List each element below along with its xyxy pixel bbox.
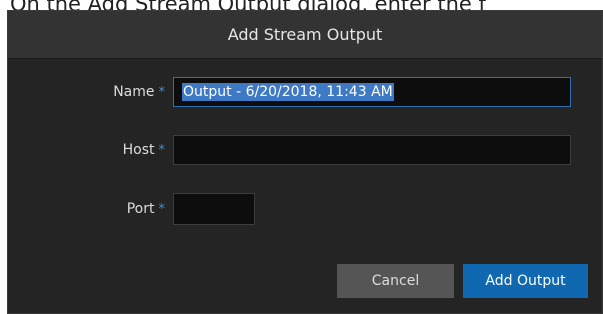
- add-stream-output-dialog: Add Stream Output Name * Output - 6/20/20…: [7, 10, 603, 314]
- name-label-text: Name: [113, 84, 155, 100]
- name-input-value: Output - 6/20/2018, 11:43 AM: [182, 83, 394, 101]
- add-output-button[interactable]: Add Output: [463, 264, 588, 298]
- port-label: Port *: [8, 201, 173, 217]
- port-required-marker: *: [158, 202, 166, 217]
- host-row: Host *: [8, 135, 571, 165]
- name-label: Name *: [8, 84, 173, 100]
- host-input[interactable]: [173, 135, 571, 165]
- cancel-button[interactable]: Cancel: [337, 264, 454, 298]
- name-required-marker: *: [158, 85, 166, 100]
- port-row: Port *: [8, 193, 255, 225]
- host-label-text: Host: [122, 142, 155, 158]
- host-required-marker: *: [158, 143, 166, 158]
- name-row: Name * Output - 6/20/2018, 11:43 AM: [8, 77, 571, 107]
- dialog-title: Add Stream Output: [227, 25, 383, 44]
- name-input[interactable]: Output - 6/20/2018, 11:43 AM: [173, 77, 571, 107]
- host-label: Host *: [8, 142, 173, 158]
- dialog-header: Add Stream Output: [8, 11, 602, 59]
- port-label-text: Port: [126, 201, 155, 217]
- port-input[interactable]: [173, 193, 255, 225]
